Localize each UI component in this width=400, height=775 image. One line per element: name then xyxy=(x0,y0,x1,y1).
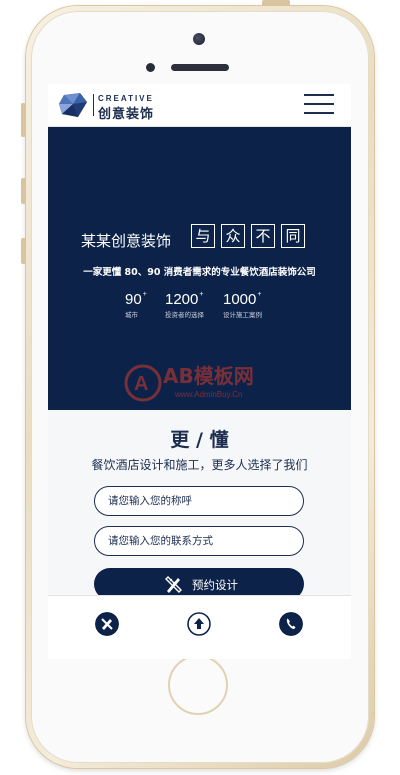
tools-icon[interactable] xyxy=(95,612,119,636)
earpiece-speaker xyxy=(171,64,229,71)
contact-input[interactable] xyxy=(94,526,304,556)
hero-subtitle: 一家更懂 80、90 消费者需求的专业餐饮酒店装饰公司 xyxy=(83,267,316,278)
stat-sup: + xyxy=(199,291,204,298)
stat-cities: 90+ 城市 xyxy=(125,291,147,319)
book-design-label: 预约设计 xyxy=(192,578,238,592)
section-title: 更 / 懂 xyxy=(170,429,229,451)
arrow-up-icon[interactable] xyxy=(187,612,211,636)
section-subtitle: 餐饮酒店设计和施工，更多人选择了我们 xyxy=(91,458,308,472)
stat-sup: + xyxy=(142,291,147,298)
stat-cases: 1000+ 设计施工案例 xyxy=(223,291,262,319)
home-button[interactable] xyxy=(168,655,228,715)
stat-investors: 1200+ 投资者的选择 xyxy=(165,291,204,319)
logo-divider xyxy=(93,94,94,116)
logo-text-en: CREATIVE xyxy=(98,94,154,103)
hero-title: 某某创意装饰 与 众 不 同 xyxy=(48,224,351,254)
stat-label: 设计施工案例 xyxy=(223,311,262,319)
phone-icon[interactable] xyxy=(279,612,303,636)
hero-title-box: 不 xyxy=(251,224,275,248)
watermark-logo: A AB模板网 www.AdminBuy.Cn xyxy=(124,364,254,402)
stat-sup: + xyxy=(257,291,262,298)
logo-text-cn: 创意装饰 xyxy=(98,107,155,122)
svg-text:A: A xyxy=(134,373,148,395)
phone-volume-up xyxy=(21,178,26,204)
phone-power xyxy=(262,0,290,6)
stat-value: 1000 xyxy=(223,291,257,308)
stat-value: 90 xyxy=(125,291,142,308)
phone-mute-switch xyxy=(21,103,26,137)
stat-label: 投资者的选择 xyxy=(165,311,204,319)
phone-screen: CREATIVE 创意装饰 某某创意装饰 与 众 不 同 一家更懂 80、90 … xyxy=(48,84,351,659)
logo-gem-icon xyxy=(59,93,87,117)
hero-title-main: 某某创意装饰 xyxy=(81,232,172,250)
proximity-sensor xyxy=(146,63,155,72)
site-header: CREATIVE 创意装饰 xyxy=(48,84,351,127)
design-tools-icon xyxy=(165,576,182,593)
phone-volume-down xyxy=(21,238,26,264)
hero-title-box: 同 xyxy=(281,224,305,248)
bottom-nav-bar xyxy=(48,595,351,659)
stat-value: 1200 xyxy=(165,291,199,308)
name-input[interactable] xyxy=(94,486,304,516)
watermark-text: AB模板网 xyxy=(163,364,254,388)
front-camera xyxy=(193,33,205,45)
hero-title-box: 与 xyxy=(191,224,215,248)
hero-title-box: 众 xyxy=(221,224,245,248)
watermark-url: www.AdminBuy.Cn xyxy=(174,390,242,399)
menu-button[interactable] xyxy=(304,94,334,116)
stat-label: 城市 xyxy=(125,311,138,319)
